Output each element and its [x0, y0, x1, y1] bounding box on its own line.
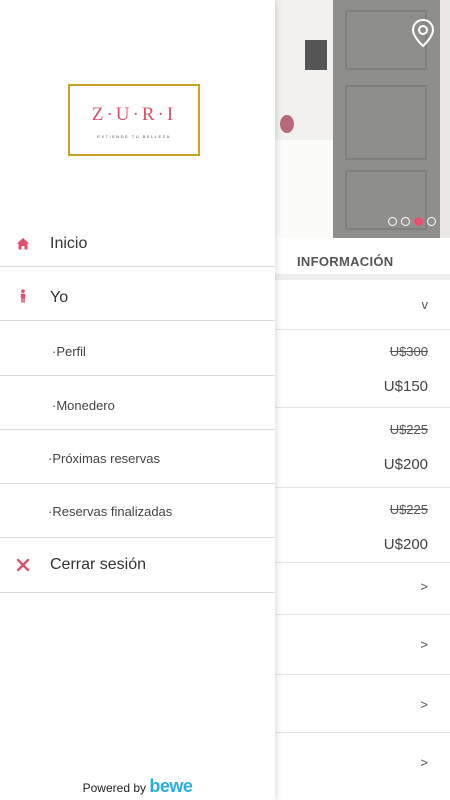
carousel-dot[interactable] [401, 217, 410, 226]
info-header-title: INFORMACIÓN [297, 254, 394, 269]
menu-item-proximas-reservas[interactable]: ·Próximas reservas [0, 430, 275, 484]
new-price: U$200 [383, 536, 428, 553]
person-icon [20, 289, 26, 303]
menu-item-yo[interactable]: Yo [0, 267, 275, 321]
home-icon [17, 238, 29, 250]
flower-decoration [280, 115, 294, 133]
service-row[interactable]: U$225 U$200 [275, 488, 450, 563]
link-row[interactable]: > [275, 563, 450, 615]
chevron-right-icon: > [420, 579, 428, 594]
navigation-drawer: Z·U·R·I EXTIENDE TU BELLEZA Inicio Yo ·P… [0, 0, 275, 800]
link-row[interactable]: > [275, 615, 450, 675]
powered-by-text: Powered by [82, 781, 146, 795]
menu-item-reservas-finalizadas[interactable]: ·Reservas finalizadas [0, 484, 275, 538]
menu-item-label: Cerrar sesión [50, 556, 147, 573]
location-pin-icon[interactable] [410, 18, 436, 48]
wall-frame [305, 40, 327, 70]
menu-item-label: Inicio [50, 235, 88, 252]
menu-item-label: ·Monedero [52, 398, 115, 413]
carousel-dot[interactable] [388, 217, 397, 226]
link-row[interactable]: > [275, 675, 450, 733]
business-photo[interactable] [275, 0, 450, 238]
shelf [275, 140, 335, 238]
menu-item-monedero[interactable]: ·Monedero [0, 376, 275, 430]
logo-tagline: EXTIENDE TU BELLEZA [97, 134, 171, 139]
old-price: U$225 [389, 502, 428, 517]
powered-by-footer[interactable]: Powered by bewe [0, 776, 275, 797]
carousel-dots [388, 217, 436, 226]
menu-item-label: ·Reservas finalizadas [48, 504, 173, 519]
service-row[interactable]: U$225 U$200 [275, 408, 450, 488]
chevron-right-icon: > [420, 637, 428, 652]
info-header: INFORMACIÓN [275, 238, 450, 280]
old-price: U$225 [389, 422, 428, 437]
logo-name: Z·U·R·I [91, 104, 177, 125]
service-row[interactable]: U$300 U$150 [275, 330, 450, 408]
chevron-down-icon: v [421, 297, 429, 312]
new-price: U$150 [383, 378, 428, 395]
close-icon [16, 558, 30, 572]
menu-item-perfil[interactable]: ·Perfil [0, 321, 275, 376]
menu-item-label: Yo [50, 289, 69, 306]
menu-item-inicio[interactable]: Inicio [0, 218, 275, 267]
link-row[interactable]: > [275, 733, 450, 793]
bewe-logo: bewe [149, 776, 193, 796]
carousel-dot-active[interactable] [414, 217, 423, 226]
info-accordion[interactable]: v [275, 280, 450, 330]
carousel-dot[interactable] [427, 217, 436, 226]
business-logo: Z·U·R·I EXTIENDE TU BELLEZA [68, 84, 200, 156]
new-price: U$200 [383, 456, 428, 473]
menu-item-label: ·Próximas reservas [48, 451, 160, 466]
chevron-right-icon: > [420, 755, 428, 770]
menu-item-label: ·Perfil [52, 344, 86, 359]
chevron-right-icon: > [420, 697, 428, 712]
menu-item-cerrar-sesion[interactable]: Cerrar sesión [0, 538, 275, 593]
old-price: U$300 [389, 344, 428, 359]
